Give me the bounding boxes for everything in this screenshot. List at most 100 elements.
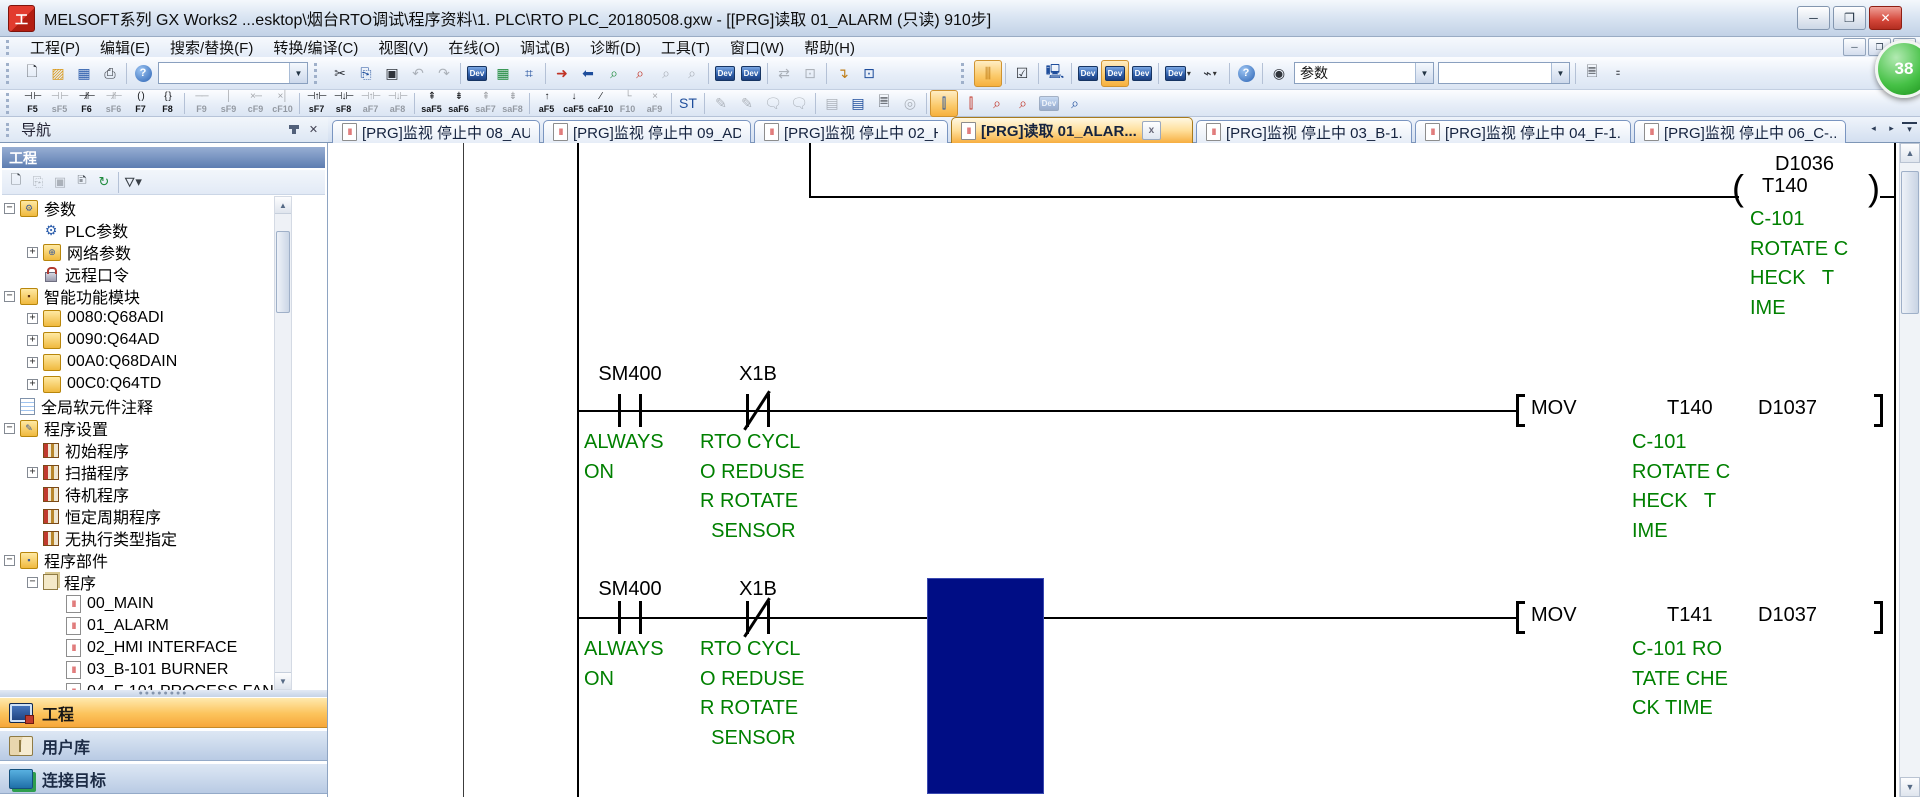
menu-item-7[interactable]: 诊断(D): [580, 37, 651, 58]
tree-item-8[interactable]: +00C0:Q64TD: [0, 373, 161, 395]
tree-item-5[interactable]: +0080:Q68ADI: [0, 307, 164, 329]
tree-item-14[interactable]: 恒定周期程序: [0, 505, 161, 527]
tree-item-17[interactable]: −程序: [0, 571, 96, 593]
ladder-symbol-f7-button[interactable]: ( )F7: [127, 91, 154, 115]
find-device-icon[interactable]: ⌕: [601, 61, 627, 86]
tree-item-22[interactable]: ‖04_F-101 PROCESS FAN: [0, 681, 274, 690]
ladder-symbol-af5-button[interactable]: ↑aF5: [533, 91, 560, 115]
cross-reference-icon[interactable]: ◉: [1266, 61, 1292, 86]
tree-item-4[interactable]: −▪智能功能模块: [0, 285, 140, 307]
minimize-button[interactable]: ─: [1797, 6, 1830, 30]
mdi-minimize-button[interactable]: ─: [1843, 38, 1866, 56]
tab-3[interactable]: ‖[PRG]读取 01_ALAR...x: [951, 117, 1193, 143]
nav-view-button-0[interactable]: 工程: [0, 697, 327, 728]
new-data-icon[interactable]: 🗋: [5, 172, 27, 193]
ladder-symbol-caf10-button[interactable]: ∕caF10: [587, 91, 614, 115]
inline-st-icon[interactable]: ST: [675, 91, 701, 116]
expand-icon[interactable]: +: [27, 467, 38, 478]
menu-item-2[interactable]: 搜索/替换(F): [160, 37, 263, 58]
zoom-icon[interactable]: ⌕: [1062, 91, 1088, 116]
cut-icon[interactable]: ✂: [327, 61, 353, 86]
scroll-thumb[interactable]: [1901, 171, 1919, 314]
expand-icon[interactable]: +: [27, 335, 38, 346]
paste-icon[interactable]: ▣: [379, 61, 405, 86]
tree-item-21[interactable]: ‖03_B-101 BURNER: [0, 659, 228, 681]
tab-5[interactable]: ‖[PRG]监视 停止中 04_F-1...: [1415, 120, 1631, 143]
tree-item-7[interactable]: +00A0:Q68DAIN: [0, 351, 177, 373]
jump-icon[interactable]: ↴: [830, 61, 856, 86]
print-icon[interactable]: ⎙: [97, 61, 123, 86]
device-display-menu-icon[interactable]: Dev▾: [1162, 61, 1194, 86]
toolbar-options-icon[interactable]: ⹀: [1605, 61, 1631, 86]
tab-close-icon[interactable]: x: [1142, 121, 1161, 140]
contact-device[interactable]: X1B: [703, 363, 813, 386]
zoom-combo[interactable]: ▼: [158, 62, 308, 84]
ladder-symbol-f8-button[interactable]: { }F8: [154, 91, 181, 115]
find-text-combo-dropdown-icon[interactable]: ▼: [1551, 63, 1569, 83]
tree-item-13[interactable]: 待机程序: [0, 483, 129, 505]
selection-cursor[interactable]: [927, 578, 1044, 794]
instruction-op[interactable]: MOV: [1531, 397, 1577, 420]
comment-toggle-icon[interactable]: ⫿: [930, 90, 958, 117]
tab-2[interactable]: ‖[PRG]监视 停止中 02_H...: [754, 120, 948, 143]
hardware-settings-icon[interactable]: ⌗: [516, 61, 542, 86]
tree-item-10[interactable]: −✎程序设置: [0, 417, 108, 439]
find-coil-icon[interactable]: ⌕: [1010, 91, 1036, 116]
device-label[interactable]: D1036: [1775, 153, 1834, 176]
open-project-icon[interactable]: ▨: [45, 61, 71, 86]
tree-scroll-thumb[interactable]: [276, 231, 290, 313]
instruction-operand[interactable]: D1037: [1758, 604, 1817, 627]
tab-4[interactable]: ‖[PRG]监视 停止中 03_B-1...: [1196, 120, 1412, 143]
print-preview-icon[interactable]: 🗏: [1579, 61, 1605, 86]
tab-6[interactable]: ‖[PRG]监视 停止中 06_C-...: [1634, 120, 1846, 143]
zoom-combo-dropdown-icon[interactable]: ▼: [289, 63, 307, 83]
menu-item-4[interactable]: 视图(V): [368, 37, 438, 58]
nav-view-button-1[interactable]: 用户库: [0, 730, 327, 761]
online-device-read-icon[interactable]: Dev: [738, 61, 764, 86]
collapse-icon[interactable]: −: [4, 291, 15, 302]
tree-item-6[interactable]: +0090:Q64AD: [0, 329, 160, 351]
menu-item-1[interactable]: 编辑(E): [90, 37, 160, 58]
help-icon[interactable]: ?: [130, 61, 156, 86]
tab-1[interactable]: ‖[PRG]监视 停止中 09_AD...: [543, 120, 751, 143]
instruction-operand[interactable]: T141: [1667, 604, 1713, 627]
nav-view-button-2[interactable]: 连接目标: [0, 763, 327, 794]
tree-item-20[interactable]: ‖02_HMI INTERFACE: [0, 637, 237, 659]
ladder-symbol-sf8-button[interactable]: ⊣↓⊢sF8: [330, 91, 357, 115]
program-check-icon[interactable]: ☑: [1009, 61, 1035, 86]
comment-display-icon[interactable]: Dev: [1075, 61, 1101, 86]
pin-icon[interactable]: [285, 121, 302, 138]
find-contact-icon[interactable]: ⌕: [984, 91, 1010, 116]
contact-device[interactable]: SM400: [575, 578, 685, 601]
tree-scrollbar[interactable]: ▲ ▼: [274, 196, 292, 690]
read-from-plc-icon[interactable]: ⬅: [575, 61, 601, 86]
online-device-write-icon[interactable]: Dev: [712, 61, 738, 86]
tree-item-19[interactable]: ‖01_ALARM: [0, 615, 169, 637]
expand-icon[interactable]: +: [27, 247, 38, 258]
device-test-icon[interactable]: ⌁▾: [1194, 61, 1226, 86]
instruction-op[interactable]: MOV: [1531, 604, 1577, 627]
find-text-combo[interactable]: ▼: [1438, 62, 1570, 84]
ladder-mode-icon[interactable]: ⫼: [974, 60, 1002, 87]
menu-item-10[interactable]: 帮助(H): [794, 37, 865, 58]
panel-close-icon[interactable]: ✕: [305, 121, 322, 138]
collapse-icon[interactable]: −: [4, 203, 15, 214]
tree-item-11[interactable]: 初始程序: [0, 439, 129, 461]
statement-toggle-icon[interactable]: ⫿: [958, 91, 984, 116]
menu-item-6[interactable]: 调试(B): [510, 37, 580, 58]
refresh-icon[interactable]: ↻: [93, 172, 115, 193]
contact-device[interactable]: SM400: [575, 363, 685, 386]
documentation-icon[interactable]: ▤: [845, 91, 871, 116]
device-memory-icon[interactable]: ▦: [490, 61, 516, 86]
contact-device[interactable]: X1B: [703, 578, 813, 601]
expand-icon[interactable]: +: [27, 379, 38, 390]
editor-scrollbar[interactable]: ▲ ▼: [1899, 143, 1920, 797]
save-project-icon[interactable]: ▦: [71, 61, 97, 86]
copy-icon[interactable]: ⎘: [353, 61, 379, 86]
display-format-icon[interactable]: 🖳: [1042, 61, 1068, 86]
tab-0[interactable]: ‖[PRG]监视 停止中 08_AU...: [332, 120, 540, 143]
ladder-symbol-f6-button[interactable]: ⊣∕⊢F6: [73, 91, 100, 115]
ladder-symbol-caf5-button[interactable]: ↓caF5: [560, 91, 587, 115]
new-project-icon[interactable]: 🗋: [19, 61, 45, 86]
tree-item-3[interactable]: 远程口令: [0, 263, 129, 285]
